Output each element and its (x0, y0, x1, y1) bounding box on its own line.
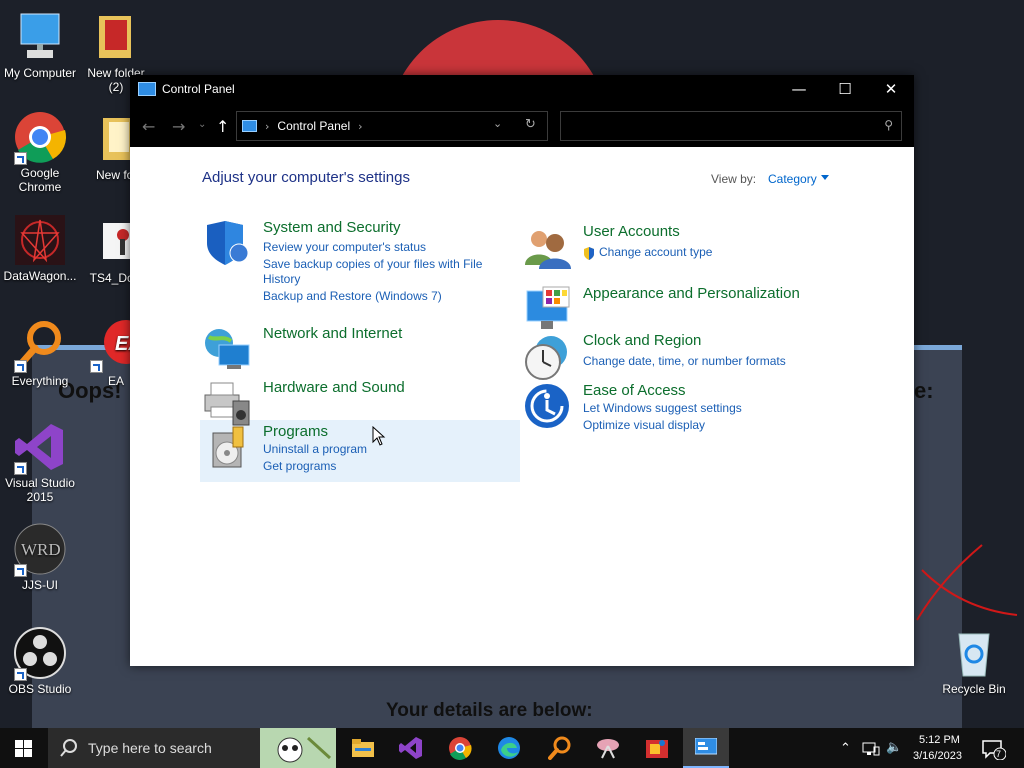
address-bar[interactable]: › Control Panel › ⌄ ↻ (236, 111, 548, 141)
background-details-text: Your details are below: (386, 700, 593, 721)
shortcut-arrow-icon (14, 152, 27, 165)
category-title[interactable]: User Accounts (583, 223, 680, 240)
link-uninstall-program[interactable]: Uninstall a program (263, 442, 367, 456)
category-title[interactable]: Hardware and Sound (263, 379, 405, 396)
notification-center-icon[interactable] (982, 740, 1006, 760)
shortcut-arrow-icon (90, 360, 103, 373)
network-globe-icon (205, 329, 250, 369)
desktop-icon-jjs-ui[interactable]: WRD JJS-UI (0, 522, 80, 592)
back-arrow-icon[interactable]: ← (142, 117, 155, 136)
close-button[interactable]: ✕ (868, 75, 914, 103)
control-panel-icon (138, 82, 156, 96)
category-title[interactable]: Programs (263, 423, 328, 440)
users-icon (525, 231, 571, 269)
show-hidden-icons-chevron-icon[interactable]: ⌃ (840, 740, 851, 756)
svg-text:WRD: WRD (21, 540, 61, 559)
desktop-icon-obs-studio[interactable]: OBS Studio (0, 626, 80, 696)
dropdown-caret-icon[interactable] (821, 175, 829, 180)
address-dropdown-chevron-icon[interactable]: ⌄ (493, 117, 502, 130)
clock-date[interactable]: 3/16/2023 (913, 750, 962, 762)
visual-studio-icon[interactable] (399, 736, 423, 760)
monitor-icon (20, 13, 60, 58)
background-edge-text: e: (914, 378, 934, 403)
taskbar-control-panel-active[interactable] (683, 728, 729, 768)
link-windows-suggest-settings[interactable]: Let Windows suggest settings (583, 401, 742, 415)
up-arrow-icon[interactable]: ↑ (216, 117, 229, 136)
file-explorer-icon[interactable] (351, 736, 375, 760)
shortcut-arrow-icon (14, 360, 27, 373)
chrome-icon[interactable] (448, 736, 472, 760)
taskbar-search-placeholder: Type here to search (88, 740, 212, 756)
category-title[interactable]: System and Security (263, 219, 401, 236)
mouse-cursor-icon (372, 426, 386, 446)
title-bar[interactable]: Control Panel — ☐ ✕ (130, 75, 914, 103)
volume-icon[interactable]: 🔈 (886, 739, 902, 755)
desktop-icon-visual-studio[interactable]: Visual Studio 2015 (0, 420, 80, 504)
ease-of-access-icon (525, 384, 569, 428)
desktop-icon-recycle-bin[interactable]: Recycle Bin (934, 626, 1014, 696)
desktop-icon-my-computer[interactable]: My Computer (0, 10, 80, 80)
category-title[interactable]: Ease of Access (583, 382, 686, 399)
refresh-icon[interactable]: ↻ (525, 117, 536, 132)
desktop-icon-datawagon[interactable]: DataWagon... (0, 213, 80, 283)
shortcut-arrow-icon (14, 564, 27, 577)
shield-icon (207, 221, 249, 265)
programs-disc-icon (212, 426, 244, 468)
clock-time[interactable]: 5:12 PM (919, 734, 960, 746)
view-by-label: View by: (711, 172, 757, 186)
display-palette-icon (526, 286, 570, 329)
everything-search-icon[interactable] (548, 736, 572, 760)
category-title[interactable]: Clock and Region (583, 332, 701, 349)
link-backup-restore[interactable]: Backup and Restore (Windows 7) (263, 289, 442, 303)
content-area: Adjust your computer's settings View by:… (130, 147, 914, 666)
printer-speaker-icon (204, 382, 250, 426)
search-highlight-panda-icon (260, 728, 336, 768)
link-change-date-time[interactable]: Change date, time, or number formats (583, 354, 786, 368)
game-app-icon[interactable] (645, 736, 669, 760)
folder-icon (99, 16, 131, 58)
maximize-button[interactable]: ☐ (822, 75, 868, 103)
desktop-icon-google-chrome[interactable]: Google Chrome (0, 110, 80, 194)
shortcut-arrow-icon (14, 462, 27, 475)
breadcrumb-separator-icon: › (265, 119, 270, 133)
link-save-backup-continued[interactable]: History (263, 272, 300, 286)
link-optimize-visual-display[interactable]: Optimize visual display (583, 418, 705, 432)
category-title[interactable]: Network and Internet (263, 325, 402, 342)
category-title[interactable]: Appearance and Personalization (583, 285, 800, 302)
notification-count-badge: 7 (996, 749, 1002, 759)
view-by-dropdown[interactable]: Category (768, 172, 817, 186)
link-review-status[interactable]: Review your computer's status (263, 240, 426, 254)
shortcut-arrow-icon (14, 668, 27, 681)
link-change-account-type[interactable]: Change account type (599, 245, 712, 259)
uac-shield-icon (583, 245, 595, 260)
window-title: Control Panel (162, 82, 235, 96)
forward-arrow-icon[interactable]: → (172, 117, 185, 136)
taskbar-search-box[interactable]: Type here to search (48, 728, 336, 768)
breadcrumb-separator-icon[interactable]: › (358, 120, 362, 133)
datawagon-icon (15, 215, 65, 265)
search-control-panel-input[interactable]: ⚲ (560, 111, 902, 141)
control-panel-icon (242, 120, 257, 132)
recent-locations-chevron-icon[interactable]: ⌄ (198, 119, 206, 130)
red-scribble-icon (916, 544, 1018, 621)
minimize-button[interactable]: — (776, 75, 822, 103)
desktop-icon-everything[interactable]: Everything (0, 318, 80, 388)
link-get-programs[interactable]: Get programs (263, 459, 336, 473)
control-panel-window: Control Panel — ☐ ✕ ← → ⌄ ↑ › Control Pa… (130, 75, 914, 666)
page-heading: Adjust your computer's settings (202, 169, 410, 186)
control-panel-icon (695, 738, 717, 755)
search-icon (60, 739, 77, 757)
taskbar: Type here to search ⌃ 🔈 5:12 PM 3/16/202… (0, 728, 1024, 768)
windows-start-icon[interactable] (15, 740, 32, 757)
network-icon[interactable] (862, 742, 880, 756)
search-icon: ⚲ (884, 118, 893, 132)
link-save-backup[interactable]: Save backup copies of your files with Fi… (263, 257, 482, 271)
breadcrumb-control-panel[interactable]: Control Panel (277, 119, 350, 133)
edge-icon[interactable] (497, 736, 521, 760)
navigation-bar: ← → ⌄ ↑ › Control Panel › ⌄ ↻ ⚲ (130, 103, 914, 147)
clock-globe-icon (525, 336, 567, 380)
recycle-bin-icon (958, 633, 990, 677)
snipping-tool-icon[interactable] (596, 736, 620, 760)
